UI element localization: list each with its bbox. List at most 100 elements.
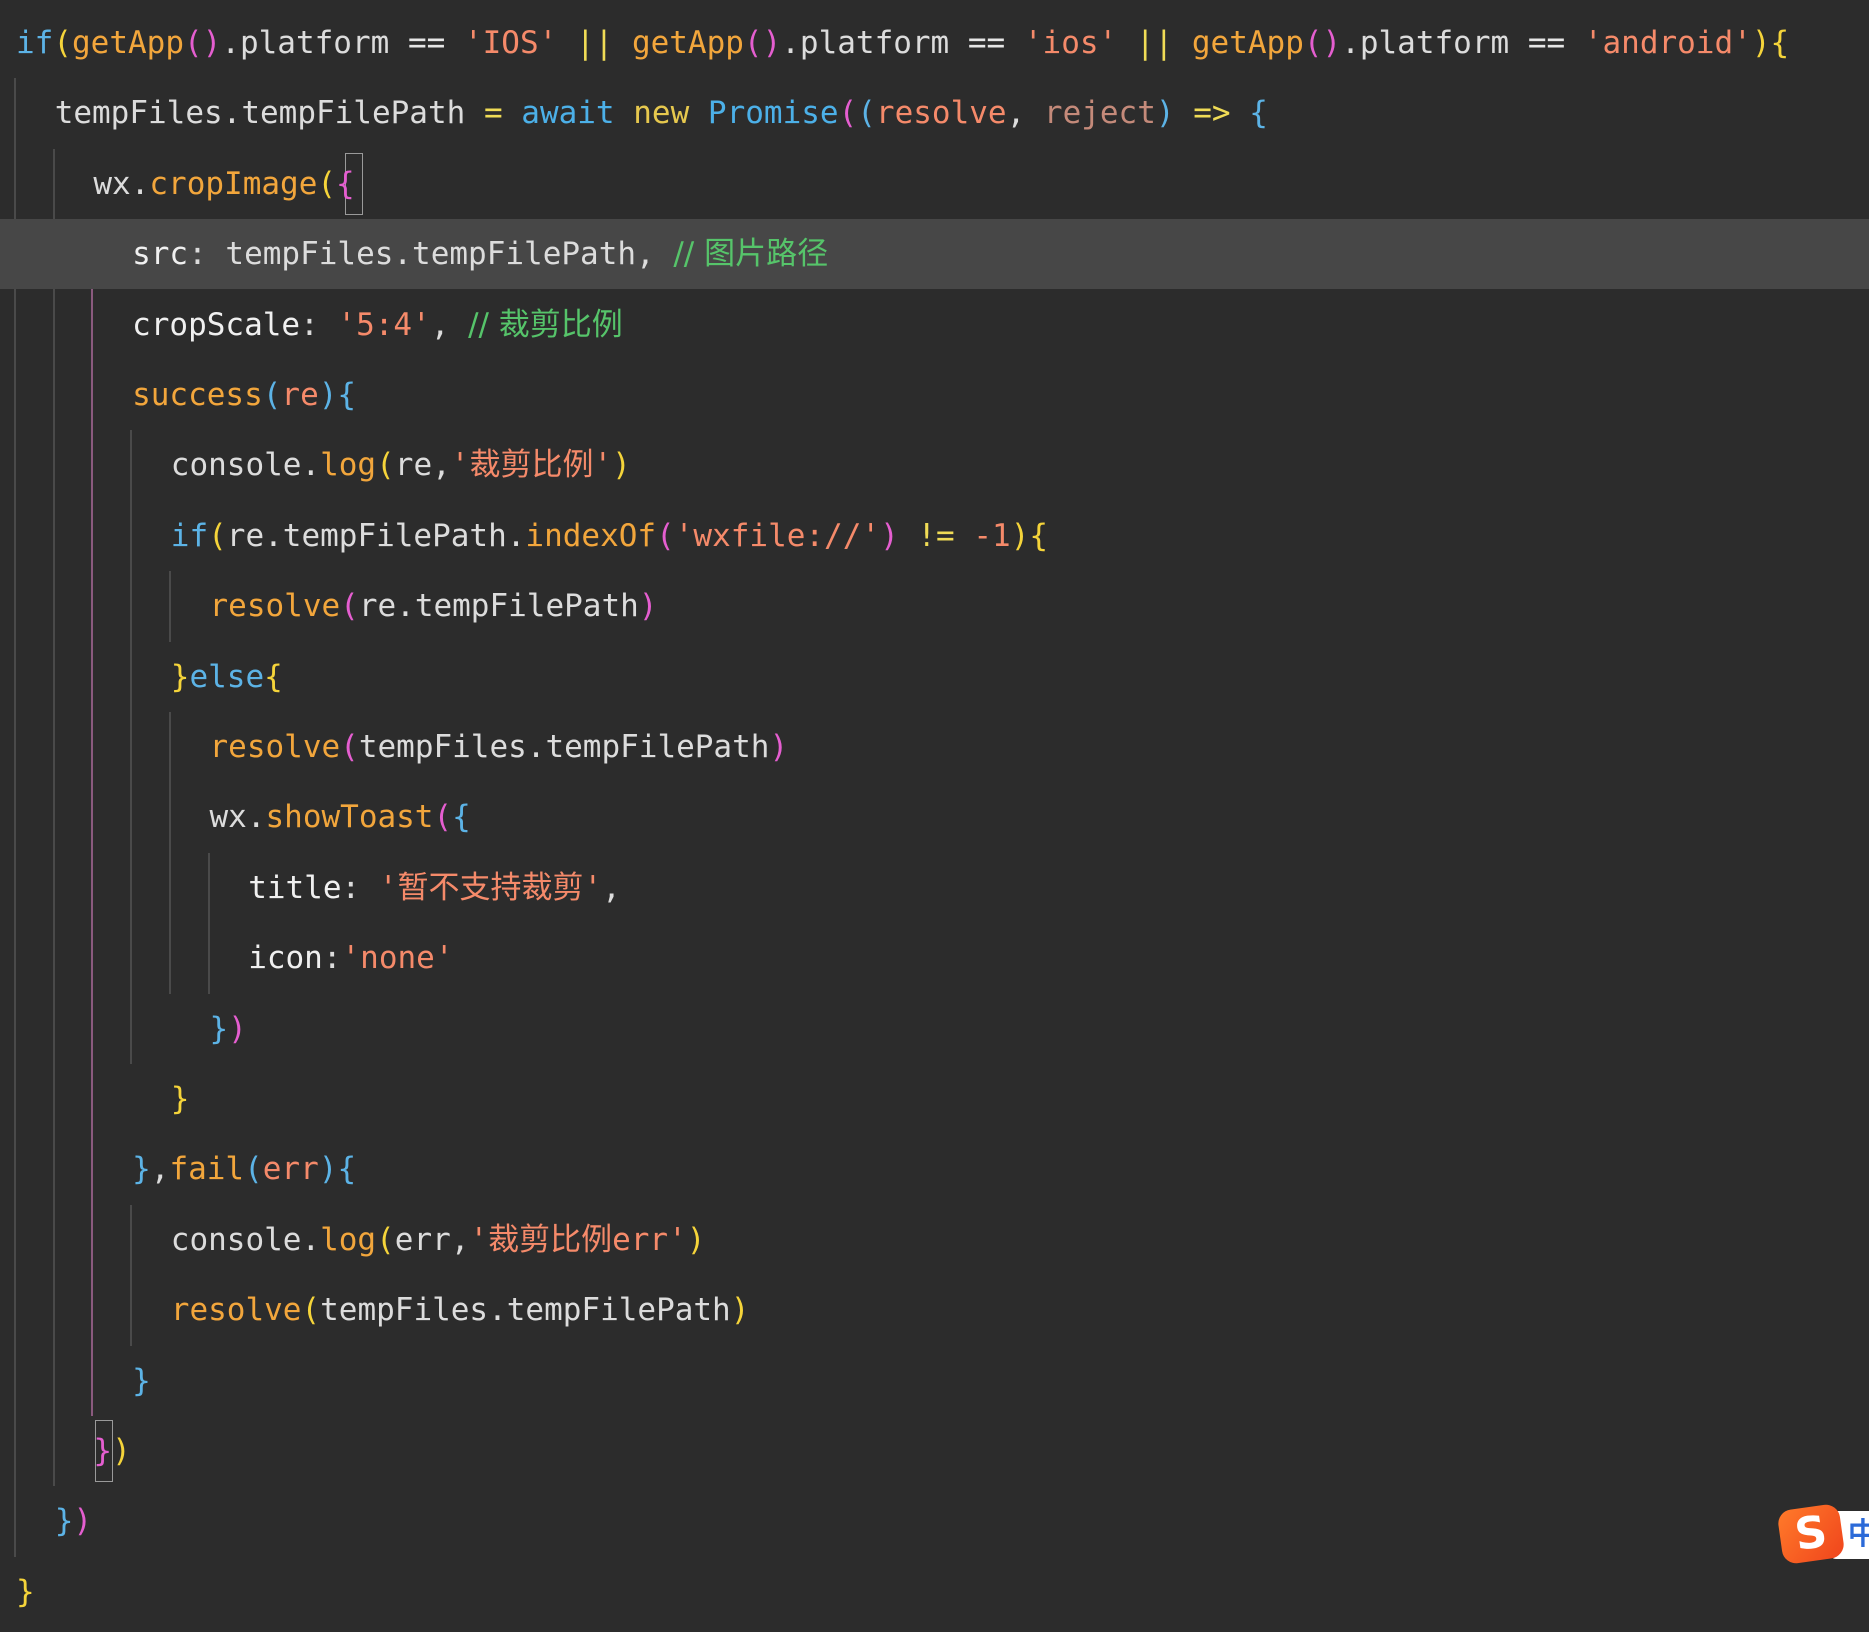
code-line[interactable]: resolve(tempFiles.tempFilePath): [0, 712, 1869, 782]
code-token: (: [376, 447, 395, 484]
code-token: console.: [170, 447, 321, 484]
code-token: .platform: [1341, 25, 1528, 61]
code-line-content: success(re){: [132, 360, 356, 430]
code-line-content: if(getApp() .platform == 'IOS' || getApp(…: [16, 8, 1789, 78]
code-line[interactable]: success(re){: [0, 360, 1869, 430]
code-token: ): [318, 377, 338, 413]
code-token: }: [209, 1010, 229, 1047]
code-token: :: [300, 306, 338, 343]
code-token: (): [743, 25, 782, 61]
code-token: resolve: [170, 1292, 302, 1329]
code-line[interactable]: } else{: [0, 642, 1869, 712]
code-token: {: [1249, 95, 1268, 132]
code-line[interactable]: icon:'none': [0, 923, 1869, 993]
code-token: ): [318, 1151, 338, 1188]
code-token: resolve: [875, 95, 1007, 132]
code-token: '5:4': [337, 306, 431, 343]
ime-indicator[interactable]: S 中: [1776, 1502, 1869, 1566]
code-token: ,: [1006, 95, 1044, 132]
code-token: (): [1303, 25, 1342, 61]
code-line[interactable]: }: [0, 1064, 1869, 1134]
code-token: :: [341, 869, 379, 906]
code-editor[interactable]: if(getApp() .platform == 'IOS' || getApp(…: [0, 0, 1869, 1632]
code-token: (: [317, 165, 337, 202]
code-line[interactable]: console. log(re, '裁剪比例'): [0, 430, 1869, 500]
code-token: log: [320, 447, 377, 484]
code-token: .platform: [221, 25, 408, 61]
code-token: ==: [967, 25, 1024, 61]
code-token: console.: [170, 1221, 321, 1258]
code-token: }: [170, 1081, 190, 1117]
code-token: tempFiles.tempFilePath: [54, 95, 484, 132]
code-token: wx.: [209, 799, 266, 836]
code-token: ): [638, 588, 658, 625]
code-line[interactable]: console. log(err, '裁剪比例err'): [0, 1205, 1869, 1275]
code-line[interactable]: }): [0, 1486, 1869, 1556]
code-token: ): [1751, 25, 1771, 61]
code-line[interactable]: if(getApp() .platform == 'IOS' || getApp(…: [0, 8, 1869, 78]
code-line[interactable]: wx. showToast({: [0, 782, 1869, 852]
code-token: :: [188, 236, 226, 273]
code-token: =>: [1193, 95, 1250, 132]
code-token: {: [1029, 517, 1049, 554]
code-line[interactable]: src: tempFiles.tempFilePath, // 图片路径: [0, 219, 1869, 290]
code-token: {: [1770, 25, 1790, 61]
code-line-content: if(re.tempFilePath. indexOf('wxfile://') …: [171, 501, 1048, 571]
code-token: ): [612, 447, 631, 484]
code-line[interactable]: }): [0, 994, 1869, 1064]
code-token: (): [183, 25, 222, 61]
code-token: cropImage: [149, 165, 318, 202]
code-token: // 裁剪比例: [468, 306, 623, 343]
code-token: tempFiles.tempFilePath: [358, 729, 770, 765]
code-line-content: icon:'none': [248, 923, 453, 993]
code-token: (: [262, 377, 282, 413]
code-line-content: console. log(err, '裁剪比例err'): [171, 1205, 706, 1275]
code-line[interactable]: tempFiles.tempFilePath = await new Promi…: [0, 78, 1869, 148]
code-token: ): [730, 1292, 750, 1329]
code-token: (: [208, 517, 227, 554]
code-token: ==: [1527, 25, 1584, 61]
code-token: ): [1010, 517, 1030, 554]
code-token: (: [340, 729, 359, 765]
code-line[interactable]: resolve(re.tempFilePath): [0, 571, 1869, 641]
code-token: re.tempFilePath: [358, 588, 639, 625]
code-line-content: wx. showToast({: [210, 782, 471, 852]
code-token: 'ios': [1023, 25, 1118, 61]
code-line[interactable]: }: [0, 1557, 1869, 1627]
code-token: (: [376, 1221, 395, 1258]
code-token: 'android': [1583, 25, 1752, 61]
code-token: {: [336, 165, 355, 202]
code-token: 'IOS': [463, 25, 558, 61]
code-token: (: [244, 1151, 263, 1188]
code-token: new: [633, 95, 708, 132]
code-token: =: [483, 95, 522, 132]
code-line[interactable]: cropScale: '5:4', // 裁剪比例: [0, 290, 1869, 360]
code-token: (: [857, 95, 876, 132]
code-token: (: [301, 1292, 321, 1329]
code-line-content: resolve(tempFiles.tempFilePath): [210, 712, 789, 782]
code-line[interactable]: }: [0, 1346, 1869, 1416]
code-token: {: [452, 799, 471, 836]
code-line[interactable]: }, fail(err){: [0, 1134, 1869, 1204]
code-token: if: [16, 25, 54, 61]
code-line[interactable]: if(re.tempFilePath. indexOf('wxfile://') …: [0, 501, 1869, 571]
code-token: ==: [407, 25, 464, 61]
code-token: resolve: [209, 729, 341, 765]
code-token: reject: [1043, 95, 1156, 132]
code-token: }: [16, 1573, 35, 1610]
code-line[interactable]: title: '暂不支持裁剪',: [0, 853, 1869, 923]
code-token: 'none': [341, 940, 454, 977]
code-token: (: [656, 517, 675, 554]
code-line[interactable]: }): [0, 1416, 1869, 1486]
code-token: // 图片路径: [673, 236, 829, 273]
code-token: -1: [973, 517, 1011, 554]
code-token: re,: [394, 447, 451, 484]
code-line-content: }: [16, 1557, 35, 1627]
code-line[interactable]: resolve(tempFiles.tempFilePath): [0, 1275, 1869, 1345]
code-token: ): [228, 1010, 247, 1047]
code-token: '裁剪比例': [450, 447, 613, 484]
code-token: '暂不支持裁剪': [378, 869, 603, 906]
code-line[interactable]: wx. cropImage({: [0, 149, 1869, 219]
code-line-content: }): [55, 1486, 92, 1556]
code-token: }: [54, 1503, 74, 1540]
